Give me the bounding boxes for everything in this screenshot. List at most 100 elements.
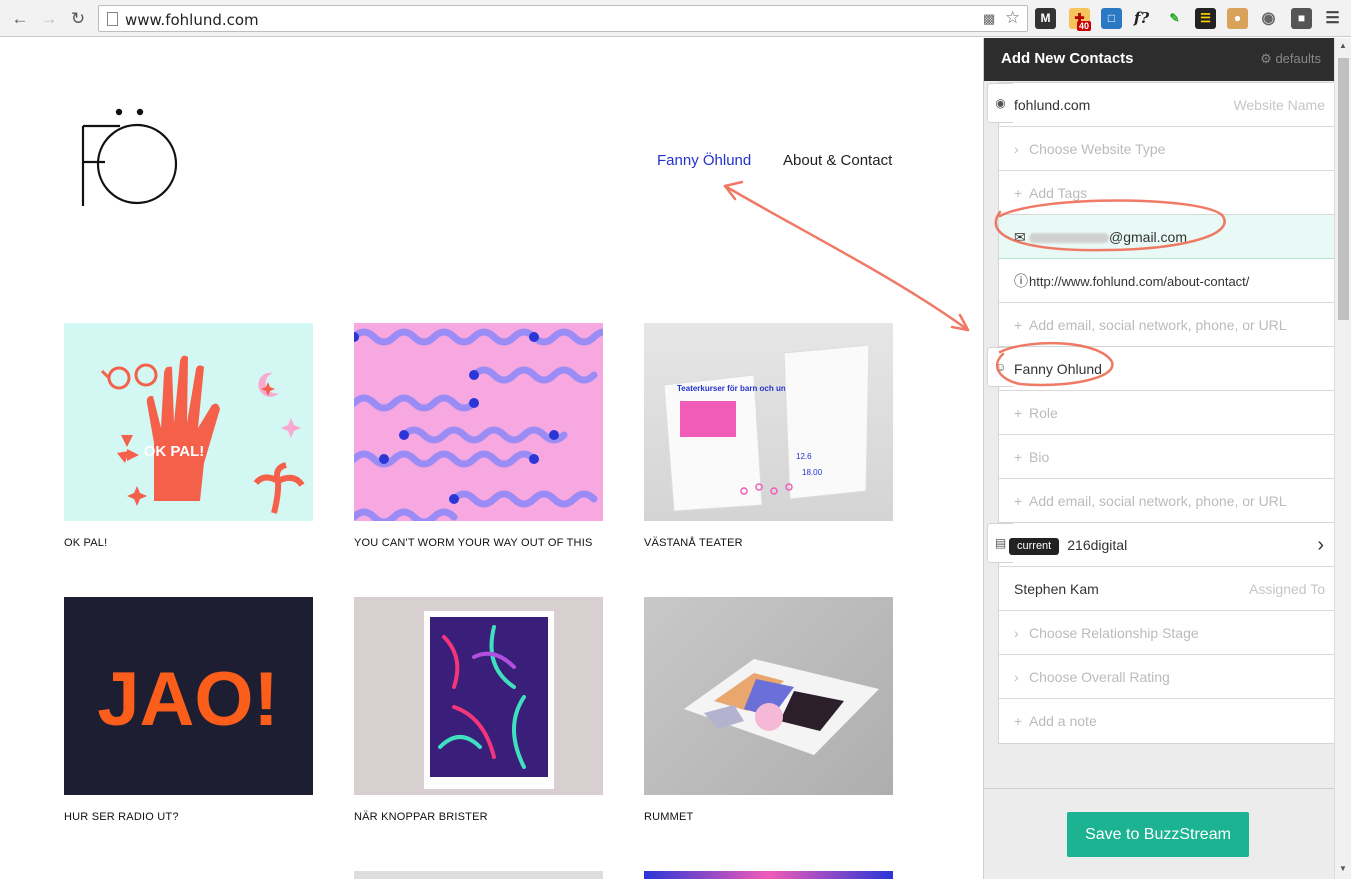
website: Fanny Öhlund About & Contact OK PAL! OK … [0, 38, 983, 879]
project-image-partial[interactable] [644, 871, 893, 879]
project-image[interactable]: JAO! [64, 597, 313, 795]
assigned-hint: Assigned To [1248, 581, 1325, 597]
current-badge: current [1009, 537, 1060, 555]
person-card: ☺ Fanny Ohlund + Role + Bio + Add email, so… [987, 346, 1334, 524]
plus-icon: + [1014, 713, 1023, 729]
back-icon[interactable]: ← [10, 9, 30, 29]
project-image[interactable]: Teaterkurser för barn och unga 12.6 18.0… [644, 323, 893, 521]
extension-doge-icon[interactable]: ● [1227, 8, 1248, 29]
chevron-right-icon: › [1014, 625, 1019, 641]
website-name-value: fohlund.com [1014, 97, 1091, 113]
person-name-field[interactable]: Fanny Ohlund [999, 347, 1334, 391]
project-caption[interactable]: YOU CAN'T WORM YOUR WAY OUT OF THIS [354, 537, 593, 549]
assigned-to-field[interactable]: Stephen Kam Assigned To [999, 567, 1334, 611]
website-name-field[interactable]: fohlund.com Website Name [999, 83, 1334, 127]
project-caption[interactable]: VÄSTANÅ TEATER [644, 537, 743, 549]
plus-icon: + [1014, 317, 1023, 333]
scrollbar-thumb[interactable] [1338, 58, 1349, 320]
email-domain: @gmail.com [1109, 229, 1188, 245]
chevron-right-icon: › [1014, 669, 1019, 685]
overall-rating-label: Choose Overall Rating [1029, 669, 1170, 685]
chevron-right-icon: › [1014, 141, 1019, 157]
extension-ghostery-icon[interactable]: ■ [1291, 8, 1312, 29]
info-icon: ⓘ [1014, 273, 1028, 289]
overall-rating-select[interactable]: › Choose Overall Rating [999, 655, 1334, 699]
website-add-label: Add email, social network, phone, or URL [1029, 317, 1287, 333]
eyedropper-icon[interactable]: ✎ [1164, 8, 1185, 29]
contact-url-field[interactable]: ⓘhttp://www.fohlund.com/about-contact/ [999, 259, 1334, 303]
blurred-email-user [1029, 233, 1109, 244]
relationship-stage-label: Choose Relationship Stage [1029, 625, 1199, 641]
website-type-select[interactable]: › Choose Website Type [999, 127, 1334, 171]
reload-icon[interactable]: ↻ [68, 9, 88, 29]
buzzstream-panel: Add New Contacts ⚙ defaults ◉ fohlund.co… [983, 38, 1335, 879]
extension-font-icon[interactable]: f? [1131, 8, 1152, 29]
assigned-value: Stephen Kam [1014, 581, 1099, 597]
project-caption[interactable]: NÄR KNOPPAR BRISTER [354, 811, 488, 823]
divider [984, 788, 1335, 789]
panel-scrollbar[interactable]: ▼ ▲ [1334, 38, 1351, 879]
project-caption[interactable]: OK PAL! [64, 537, 107, 549]
plus-icon: + [1014, 405, 1023, 421]
defaults-link[interactable]: ⚙ defaults [1260, 51, 1321, 67]
defaults-label: defaults [1275, 51, 1321, 66]
panel-header: Add New Contacts ⚙ defaults [984, 38, 1335, 81]
website-name-hint: Website Name [1233, 97, 1325, 113]
plus-icon: + [1014, 185, 1023, 201]
add-note-field[interactable]: + Add a note [999, 699, 1334, 743]
project-name: 216digital [1067, 537, 1128, 553]
role-field[interactable]: + Role [999, 391, 1334, 435]
current-project-row[interactable]: current 216digital › [999, 523, 1334, 567]
extension-badge-count: 40 [1077, 21, 1092, 31]
project-image-partial[interactable] [354, 871, 603, 879]
translate-icon[interactable]: ▩ [983, 11, 995, 27]
page-icon [107, 12, 118, 26]
scroll-down-icon[interactable]: ▼ [1339, 864, 1347, 873]
bio-label: Bio [1029, 449, 1050, 465]
person-add-label: Add email, social network, phone, or URL [1029, 493, 1287, 509]
chevron-right-icon[interactable]: › [1317, 523, 1324, 567]
gear-icon: ⚙ [1260, 51, 1272, 66]
relationship-card: ▤ current 216digital › Stephen Kam Assigned… [987, 522, 1334, 744]
role-label: Role [1029, 405, 1058, 421]
person-add-field[interactable]: + Add email, social network, phone, or UR… [999, 479, 1334, 523]
jao-art-text: JAO! [97, 657, 279, 742]
envelope-icon: ✉ [1014, 229, 1026, 245]
project-caption[interactable]: HUR SER RADIO UT? [64, 811, 179, 823]
nav-fanny-ohlund[interactable]: Fanny Öhlund [657, 152, 751, 169]
email-field[interactable]: ✉ @gmail.com [999, 215, 1334, 259]
plus-icon: + [1014, 493, 1023, 509]
menu-icon[interactable]: ☰ [1322, 8, 1343, 29]
add-tags-field[interactable]: + Add Tags [999, 171, 1334, 215]
poster-date: 12.6 [796, 452, 812, 461]
bookmark-star-icon[interactable]: ☆ [1005, 8, 1020, 28]
forward-icon[interactable]: → [39, 9, 59, 29]
address-bar[interactable]: www.fohlund.com ▩ ☆ [98, 5, 1028, 32]
extension-m-icon[interactable]: M [1035, 8, 1056, 29]
nav-about-contact[interactable]: About & Contact [783, 152, 892, 169]
website-add-field[interactable]: + Add email, social network, phone, or UR… [999, 303, 1334, 347]
save-to-buzzstream-button[interactable]: Save to BuzzStream [1067, 812, 1249, 857]
project-image[interactable]: OK PAL! [64, 323, 313, 521]
contact-url-value: http://www.fohlund.com/about-contact/ [1029, 274, 1250, 289]
extension-tag-icon[interactable]: □ [1101, 8, 1122, 29]
extension-circle-icon[interactable]: ◉ [1258, 8, 1279, 29]
project-image[interactable] [644, 597, 893, 795]
website-card: ◉ fohlund.com Website Name › Choose Websit… [987, 82, 1334, 348]
project-caption[interactable]: RUMMET [644, 811, 693, 823]
bio-field[interactable]: + Bio [999, 435, 1334, 479]
scroll-up-icon[interactable]: ▲ [1339, 41, 1347, 50]
site-logo[interactable] [80, 104, 180, 208]
browser-toolbar: ← → ↻ www.fohlund.com ▩ ☆ M ✚ 40 □ f? ✎ … [0, 0, 1351, 37]
relationship-stage-select[interactable]: › Choose Relationship Stage [999, 611, 1334, 655]
add-note-label: Add a note [1029, 713, 1097, 729]
add-tags-label: Add Tags [1029, 185, 1088, 201]
address-url: www.fohlund.com [125, 11, 259, 29]
plus-icon: + [1014, 449, 1023, 465]
project-image[interactable] [354, 323, 603, 521]
extension-stripes-icon[interactable]: ☰ [1195, 8, 1216, 29]
okpal-art-text: OK PAL! [144, 443, 205, 460]
person-name-value: Fanny Ohlund [1014, 361, 1102, 377]
panel-title: Add New Contacts [1001, 50, 1134, 67]
project-image[interactable] [354, 597, 603, 795]
